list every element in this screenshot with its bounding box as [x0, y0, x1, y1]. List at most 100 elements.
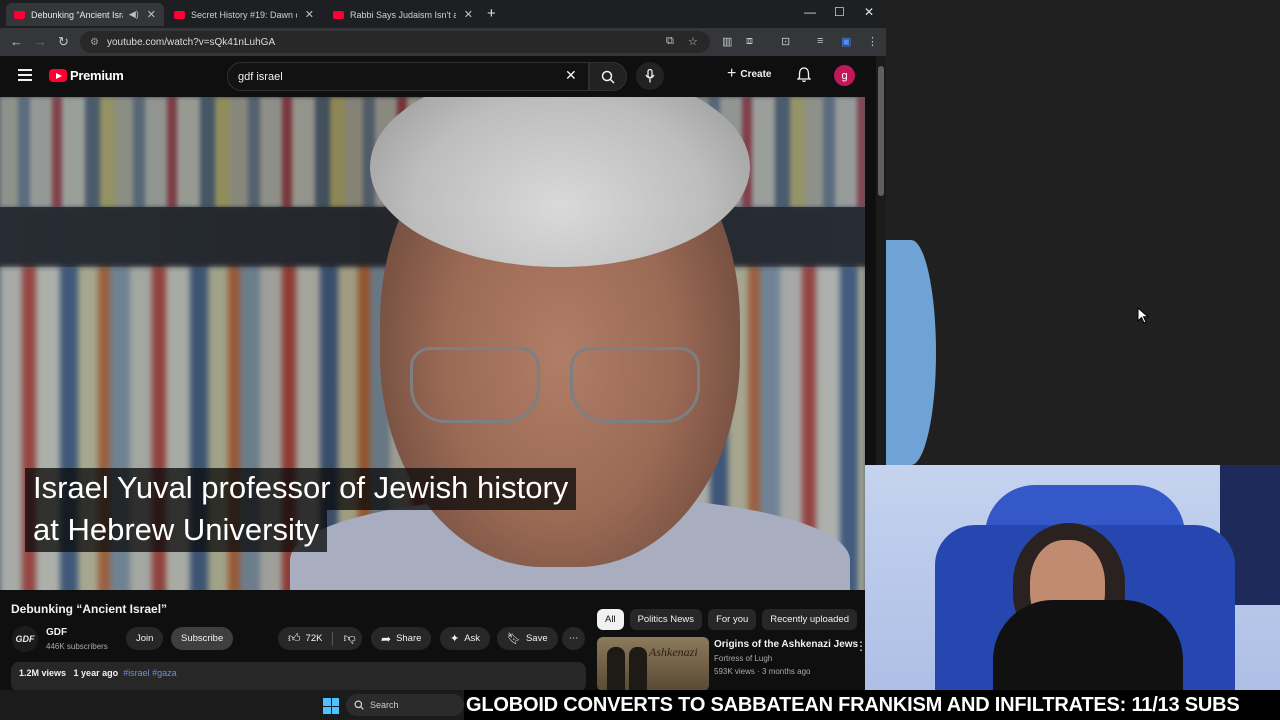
- site-info-icon[interactable]: ⚙: [90, 37, 99, 48]
- youtube-logo[interactable]: Premium: [49, 68, 124, 83]
- join-button[interactable]: Join: [126, 627, 164, 650]
- ask-button[interactable]: ✦ Ask: [440, 627, 491, 650]
- account-avatar[interactable]: g: [834, 65, 855, 86]
- address-bar: ← → ↻ ⚙ youtube.com/watch?v=sQk41nLuhGA …: [0, 28, 886, 56]
- like-count: 72K: [305, 633, 323, 644]
- install-app-icon[interactable]: ⧉: [666, 35, 674, 48]
- channel-name[interactable]: GDF: [46, 627, 67, 638]
- tab-debunking[interactable]: Debunking “Ancient Israel” ◀) ✕: [6, 3, 164, 26]
- thumbnail-text: Ashkenazi: [649, 645, 698, 659]
- more-horizontal-icon: ⋯: [568, 633, 579, 644]
- like-button[interactable]: 👍︎ 72K: [288, 631, 322, 646]
- scrollbar-thumb[interactable]: [878, 66, 884, 196]
- reading-mode-icon[interactable]: ▥: [722, 35, 732, 48]
- chip-all[interactable]: All: [597, 609, 624, 630]
- close-tab-icon[interactable]: ✕: [147, 8, 156, 21]
- screenshot-icon[interactable]: ⊡: [781, 35, 790, 48]
- tab-title: Debunking “Ancient Israel”: [31, 9, 123, 20]
- extensions-icon[interactable]: ⧈: [746, 35, 753, 48]
- clear-search-icon[interactable]: ✕: [565, 67, 577, 84]
- url-text: youtube.com/watch?v=sQk41nLuhGA: [106, 36, 276, 48]
- sparkle-icon: ✦: [450, 633, 460, 645]
- channel-avatar[interactable]: GDF: [12, 626, 38, 652]
- new-tab-icon[interactable]: +: [487, 5, 496, 22]
- desktop-blue-shape: [886, 240, 936, 465]
- speaker-icon[interactable]: ◀): [129, 9, 139, 20]
- minimize-icon[interactable]: —: [804, 5, 816, 19]
- url-field[interactable]: ⚙ youtube.com/watch?v=sQk41nLuhGA: [80, 31, 710, 53]
- share-label: Share: [396, 633, 422, 644]
- video-caption: Israel Yuval professor of Jewish history…: [25, 468, 577, 552]
- create-label: Create: [740, 68, 772, 80]
- recommended-title[interactable]: Origins of the Ashkenazi Jews: [714, 639, 858, 650]
- search-icon: [601, 70, 615, 84]
- glasses-lens-left: [410, 347, 540, 423]
- webcam-person-body: [993, 600, 1183, 690]
- video-player[interactable]: Israel Yuval professor of Jewish history…: [0, 97, 865, 590]
- youtube-favicon-icon: [174, 10, 185, 19]
- taskbar-search[interactable]: Search: [346, 694, 464, 716]
- plus-icon: +: [727, 65, 737, 82]
- ask-label: Ask: [464, 633, 481, 644]
- recommended-video[interactable]: Ashkenazi Origins of the Ashkenazi Jews …: [597, 637, 867, 690]
- view-count: 1.2M views: [19, 668, 67, 678]
- subscribe-button[interactable]: Subscribe: [171, 627, 234, 650]
- screen: Debunking “Ancient Israel” ◀) ✕ Secret H…: [0, 0, 1280, 720]
- video-title: Debunking “Ancient Israel”: [11, 602, 168, 616]
- webcam-overlay: [865, 465, 1280, 690]
- youtube-play-icon: [49, 69, 67, 82]
- more-actions-button[interactable]: ⋯: [562, 627, 585, 650]
- voice-search-button[interactable]: [636, 62, 664, 90]
- tab-title: Secret History #19: Dawn of the: [191, 9, 297, 20]
- recommended-thumbnail[interactable]: Ashkenazi: [597, 637, 709, 690]
- bell-icon: [796, 67, 812, 83]
- dislike-button[interactable]: 👎︎: [343, 631, 355, 646]
- bookmark-icon: 🔖︎: [507, 633, 521, 645]
- create-button[interactable]: + Create: [727, 65, 772, 82]
- browser-window: Debunking “Ancient Israel” ◀) ✕ Secret H…: [0, 0, 886, 690]
- tab-strip: Debunking “Ancient Israel” ◀) ✕ Secret H…: [0, 0, 886, 28]
- save-button[interactable]: 🔖︎ Save: [497, 627, 558, 650]
- media-controls-icon[interactable]: ≡: [817, 35, 823, 47]
- chip-for-you[interactable]: For you: [708, 609, 757, 630]
- hashtags[interactable]: #israel #gaza: [123, 668, 177, 678]
- recommended-channel[interactable]: Fortress of Lugh: [714, 654, 772, 663]
- notifications-button[interactable]: [796, 67, 812, 88]
- recommendation-chips: All Politics News For you Recently uploa…: [597, 609, 857, 630]
- caption-line-2: at Hebrew University: [25, 510, 327, 552]
- thumbs-up-icon: 👍︎: [288, 631, 301, 645]
- share-button[interactable]: ➦ Share: [371, 627, 432, 650]
- chip-recently-uploaded[interactable]: Recently uploaded: [762, 609, 857, 630]
- join-label: Join: [136, 633, 154, 644]
- hamburger-menu-icon[interactable]: [18, 69, 32, 81]
- youtube-favicon-icon: [333, 10, 344, 19]
- taskbar-search-label: Search: [370, 700, 399, 710]
- close-tab-icon[interactable]: ✕: [305, 8, 314, 21]
- search-input[interactable]: gdf israel: [227, 62, 589, 91]
- search-icon: [354, 700, 364, 710]
- maximize-icon[interactable]: ☐: [834, 5, 845, 19]
- close-window-icon[interactable]: ✕: [864, 5, 874, 19]
- youtube-favicon-icon: [14, 10, 25, 19]
- forward-icon[interactable]: →: [34, 34, 47, 49]
- save-label: Save: [525, 633, 548, 644]
- close-tab-icon[interactable]: ✕: [464, 8, 473, 21]
- logo-text: Premium: [70, 68, 124, 83]
- search-button[interactable]: [589, 62, 627, 91]
- chip-politics-news[interactable]: Politics News: [629, 609, 703, 630]
- description-box[interactable]: 1.2M views 1 year ago #israel #gaza: [11, 662, 586, 690]
- bookmark-star-icon[interactable]: ☆: [688, 35, 698, 48]
- share-icon: ➦: [381, 631, 392, 646]
- tab-secret-history[interactable]: Secret History #19: Dawn of the ✕: [166, 3, 322, 26]
- reload-icon[interactable]: ↻: [58, 34, 69, 50]
- tab-rabbi[interactable]: Rabbi Says Judaism Isn't a Relig ✕: [325, 3, 481, 26]
- profile-icon[interactable]: ▣: [841, 35, 851, 48]
- menu-kebab-icon[interactable]: ⋮: [867, 35, 878, 48]
- video-frame-glasses: [390, 347, 720, 427]
- thumbnail-figure: [629, 647, 647, 690]
- back-icon[interactable]: ←: [10, 34, 23, 49]
- caption-line-1: Israel Yuval professor of Jewish history: [25, 468, 577, 510]
- divider: [332, 631, 334, 646]
- windows-start-icon[interactable]: [323, 698, 339, 714]
- mouse-cursor-icon: [1137, 306, 1150, 330]
